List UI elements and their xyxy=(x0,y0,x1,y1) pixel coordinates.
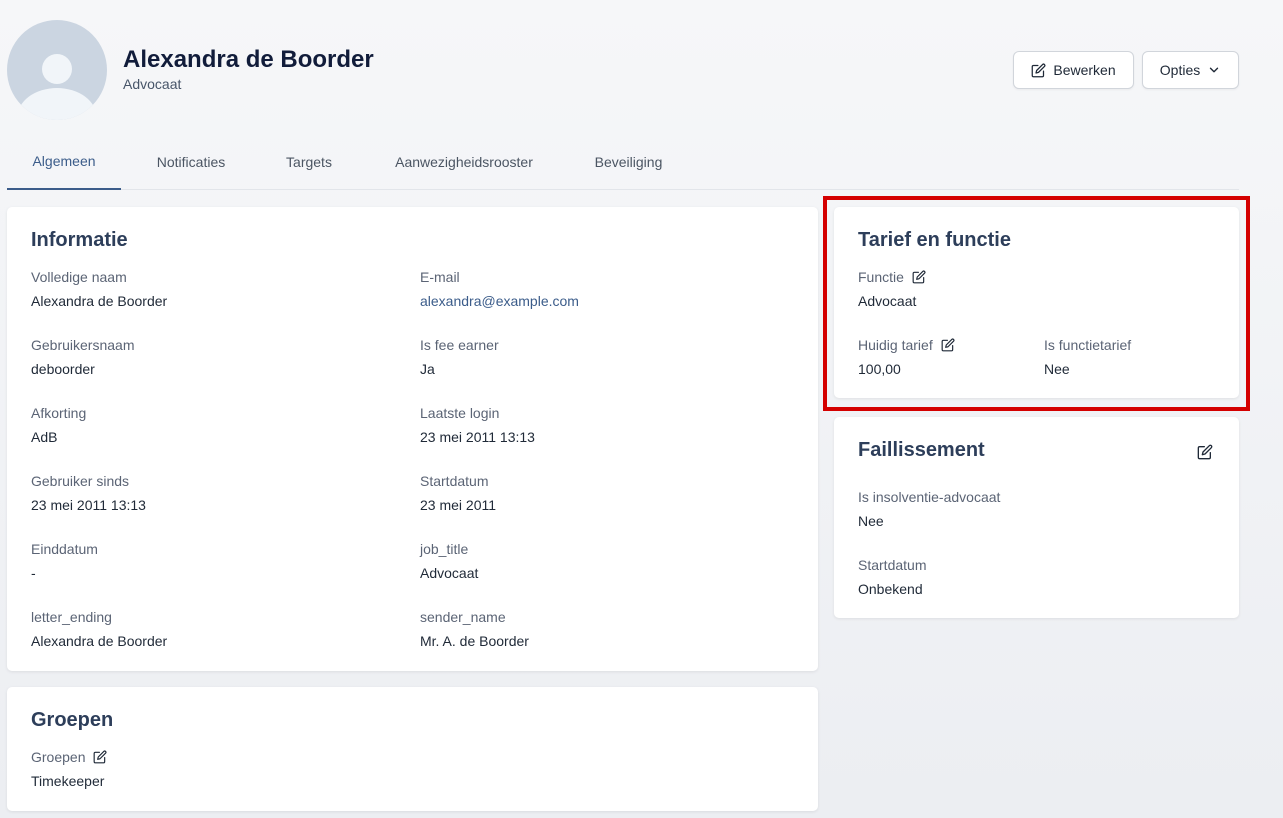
field-label-sender-name: sender_name xyxy=(420,609,506,625)
insolventie-label: Is insolventie-advocaat xyxy=(858,489,1001,505)
tab-aanwezigheidsrooster[interactable]: Aanwezigheidsrooster xyxy=(374,140,554,190)
informatie-card: Informatie Volledige naam Alexandra de B… xyxy=(7,207,818,671)
field-label-volledige-naam: Volledige naam xyxy=(31,269,127,285)
groepen-card: Groepen Groepen Timekeeper xyxy=(7,687,818,811)
edit-functie-icon[interactable] xyxy=(912,270,926,284)
edit-tarief-icon[interactable] xyxy=(941,338,955,352)
field-value-einddatum: - xyxy=(31,565,36,581)
avatar-head xyxy=(42,54,72,84)
field-label-is-fee-earner: Is fee earner xyxy=(420,337,499,353)
field-label-job-title: job_title xyxy=(420,541,469,557)
field-label-gebruiker-sinds: Gebruiker sinds xyxy=(31,473,130,489)
groepen-value: Timekeeper xyxy=(31,773,105,789)
informatie-title: Informatie xyxy=(31,229,128,251)
faillissement-startdatum-label: Startdatum xyxy=(858,557,927,573)
email-link[interactable]: alexandra@example.com xyxy=(420,293,579,309)
field-value-laatste-login: 23 mei 2011 13:13 xyxy=(420,429,535,445)
field-value-afkorting: AdB xyxy=(31,429,58,445)
faillissement-card: Faillissement Is insolventie-advocaat Ne… xyxy=(834,417,1239,618)
field-value-job-title: Advocaat xyxy=(420,565,479,581)
functie-value: Advocaat xyxy=(858,293,917,309)
tab-beveiliging[interactable]: Beveiliging xyxy=(577,140,680,190)
insolventie-value: Nee xyxy=(858,513,884,529)
is-functietarief-value: Nee xyxy=(1044,361,1070,377)
groepen-label: Groepen xyxy=(31,749,86,765)
faillissement-title: Faillissement xyxy=(858,439,985,461)
tarief-card: Tarief en functie Functie Advocaat Huidi… xyxy=(834,207,1239,398)
options-dropdown-button[interactable]: Opties xyxy=(1142,51,1239,89)
huidig-tarief-value: 100,00 xyxy=(858,361,901,377)
is-functietarief-label: Is functietarief xyxy=(1044,337,1132,353)
functie-field-label: Functie xyxy=(858,269,926,285)
edit-faillissement-icon[interactable] xyxy=(1197,444,1213,460)
functie-label: Functie xyxy=(858,269,904,285)
edit-groepen-icon[interactable] xyxy=(93,750,107,764)
faillissement-startdatum-value: Onbekend xyxy=(858,581,923,597)
options-button-label: Opties xyxy=(1159,62,1201,78)
field-label-afkorting: Afkorting xyxy=(31,405,87,421)
tab-notificaties[interactable]: Notificaties xyxy=(137,140,245,190)
field-value-letter-ending: Alexandra de Boorder xyxy=(31,633,168,649)
edit-icon xyxy=(1031,63,1046,78)
avatar xyxy=(7,20,107,120)
field-value-gebruiker-sinds: 23 mei 2011 13:13 xyxy=(31,497,146,513)
field-label-einddatum: Einddatum xyxy=(31,541,98,557)
edit-button-label: Bewerken xyxy=(1053,62,1116,78)
chevron-down-icon xyxy=(1207,63,1221,77)
tab-targets[interactable]: Targets xyxy=(269,140,349,190)
field-label-email: E-mail xyxy=(420,269,460,285)
profile-header: Alexandra de Boorder Advocaat Bewerken O… xyxy=(7,20,1239,120)
field-label-letter-ending: letter_ending xyxy=(31,609,112,625)
tab-bar: Algemeen Notificaties Targets Aanwezighe… xyxy=(7,140,1239,190)
huidig-tarief-label: Huidig tarief xyxy=(858,337,933,353)
groepen-field-label: Groepen xyxy=(31,749,107,765)
page-title: Alexandra de Boorder xyxy=(123,46,374,73)
avatar-body xyxy=(17,88,97,120)
tarief-title: Tarief en functie xyxy=(858,229,1011,251)
field-label-gebruikersnaam: Gebruikersnaam xyxy=(31,337,135,353)
field-value-is-fee-earner: Ja xyxy=(420,361,435,377)
field-value-sender-name: Mr. A. de Boorder xyxy=(420,633,529,649)
field-value-gebruikersnaam: deboorder xyxy=(31,361,95,377)
field-label-startdatum: Startdatum xyxy=(420,473,489,489)
user-role: Advocaat xyxy=(123,76,182,92)
field-value-startdatum: 23 mei 2011 xyxy=(420,497,497,513)
huidig-tarief-field-label: Huidig tarief xyxy=(858,337,955,353)
edit-button[interactable]: Bewerken xyxy=(1013,51,1134,89)
field-label-laatste-login: Laatste login xyxy=(420,405,500,421)
field-value-volledige-naam: Alexandra de Boorder xyxy=(31,293,168,309)
tab-algemeen[interactable]: Algemeen xyxy=(7,140,121,190)
groepen-title: Groepen xyxy=(31,709,114,731)
